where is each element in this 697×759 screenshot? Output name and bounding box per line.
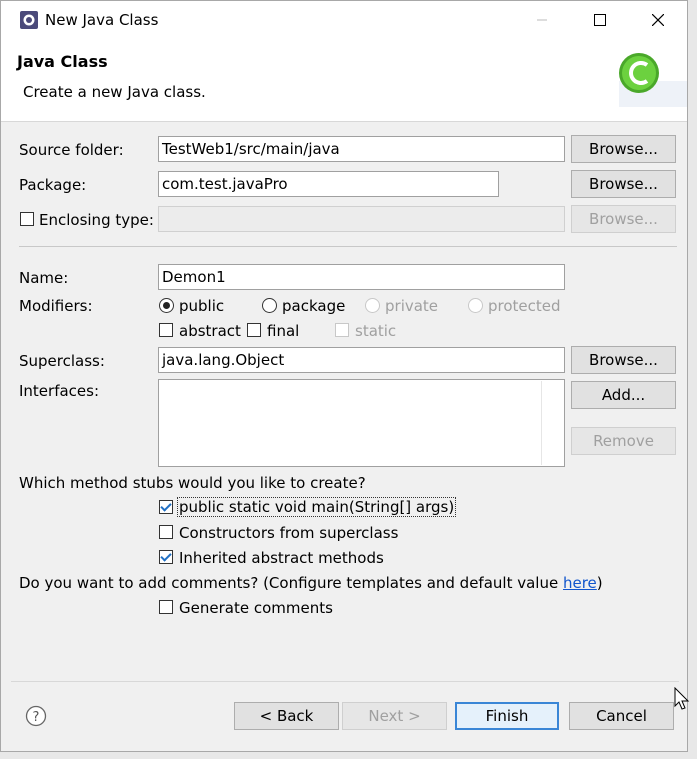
interfaces-list-scrollbar bbox=[541, 381, 542, 465]
superclass-browse-button[interactable]: Browse... bbox=[571, 346, 676, 374]
main-method-label[interactable]: public static void main(String[] args) bbox=[176, 497, 457, 517]
comments-question-text: Do you want to add comments? (Configure … bbox=[19, 574, 563, 592]
final-label[interactable]: final bbox=[267, 322, 299, 340]
comments-question: Do you want to add comments? (Configure … bbox=[19, 574, 603, 592]
source-folder-field[interactable]: TestWeb1/src/main/java bbox=[158, 136, 565, 162]
package-label: Package: bbox=[19, 176, 87, 194]
inherited-methods-label[interactable]: Inherited abstract methods bbox=[179, 549, 384, 567]
comments-question-close: ) bbox=[596, 574, 603, 592]
modifier-private-radio[interactable] bbox=[365, 298, 380, 313]
final-checkbox[interactable] bbox=[247, 323, 261, 337]
constructors-checkbox[interactable] bbox=[159, 525, 173, 539]
mouse-cursor-icon bbox=[674, 687, 690, 710]
method-stubs-question: Which method stubs would you like to cre… bbox=[19, 474, 366, 492]
configure-templates-link[interactable]: here bbox=[563, 574, 597, 592]
package-browse-button[interactable]: Browse... bbox=[571, 170, 676, 198]
superclass-label: Superclass: bbox=[19, 352, 105, 370]
banner-title: Java Class bbox=[17, 52, 108, 71]
name-label: Name: bbox=[19, 269, 69, 287]
new-java-class-dialog: New Java Class Java Class Create a new J… bbox=[0, 0, 688, 752]
modifier-protected-radio[interactable] bbox=[468, 298, 483, 313]
maximize-icon bbox=[594, 14, 606, 26]
add-interface-button[interactable]: Add... bbox=[571, 381, 676, 409]
modifier-protected-label[interactable]: protected bbox=[488, 297, 561, 315]
name-field[interactable]: Demon1 bbox=[158, 264, 565, 290]
modifiers-label: Modifiers: bbox=[19, 297, 93, 315]
close-icon bbox=[652, 14, 664, 26]
generate-comments-checkbox[interactable] bbox=[159, 600, 173, 614]
modifier-public-label[interactable]: public bbox=[179, 297, 224, 315]
title-bar: New Java Class bbox=[1, 1, 687, 39]
next-button[interactable]: Next > bbox=[342, 702, 447, 730]
source-folder-browse-button[interactable]: Browse... bbox=[571, 135, 676, 163]
close-button[interactable] bbox=[629, 1, 687, 39]
constructors-label[interactable]: Constructors from superclass bbox=[179, 524, 398, 542]
eclipse-app-icon bbox=[20, 11, 38, 29]
abstract-checkbox[interactable] bbox=[159, 323, 173, 337]
separator bbox=[19, 246, 677, 247]
generate-comments-label[interactable]: Generate comments bbox=[179, 599, 333, 617]
static-checkbox[interactable] bbox=[335, 323, 349, 337]
interfaces-label: Interfaces: bbox=[19, 382, 100, 400]
inherited-methods-checkbox[interactable] bbox=[159, 550, 173, 564]
interfaces-list[interactable] bbox=[158, 379, 565, 467]
abstract-label[interactable]: abstract bbox=[179, 322, 241, 340]
minimize-button[interactable] bbox=[513, 1, 571, 39]
source-folder-label: Source folder: bbox=[19, 141, 124, 159]
superclass-field[interactable]: java.lang.Object bbox=[158, 347, 565, 373]
modifier-private-label[interactable]: private bbox=[385, 297, 438, 315]
cancel-button[interactable]: Cancel bbox=[569, 702, 674, 730]
remove-interface-button[interactable]: Remove bbox=[571, 427, 676, 455]
new-class-wizard-icon bbox=[619, 53, 687, 107]
footer-separator bbox=[11, 681, 679, 682]
modifier-package-radio[interactable] bbox=[262, 298, 277, 313]
static-label[interactable]: static bbox=[355, 322, 396, 340]
enclosing-type-field[interactable] bbox=[158, 206, 565, 232]
window-title: New Java Class bbox=[45, 11, 159, 29]
maximize-button[interactable] bbox=[571, 1, 629, 39]
enclosing-type-browse-button[interactable]: Browse... bbox=[571, 205, 676, 233]
wizard-banner: Java Class Create a new Java class. bbox=[1, 39, 687, 122]
banner-subtitle: Create a new Java class. bbox=[23, 83, 206, 101]
package-field[interactable]: com.test.javaPro bbox=[158, 171, 499, 197]
back-button[interactable]: < Back bbox=[234, 702, 339, 730]
help-icon[interactable]: ? bbox=[25, 705, 47, 727]
modifier-package-label[interactable]: package bbox=[282, 297, 345, 315]
enclosing-type-checkbox[interactable] bbox=[20, 212, 34, 226]
enclosing-type-label: Enclosing type: bbox=[39, 211, 154, 229]
minimize-icon bbox=[537, 19, 547, 21]
modifier-public-radio[interactable] bbox=[159, 298, 174, 313]
finish-button[interactable]: Finish bbox=[455, 702, 559, 730]
svg-text:?: ? bbox=[33, 710, 40, 725]
main-method-checkbox[interactable] bbox=[159, 500, 173, 514]
